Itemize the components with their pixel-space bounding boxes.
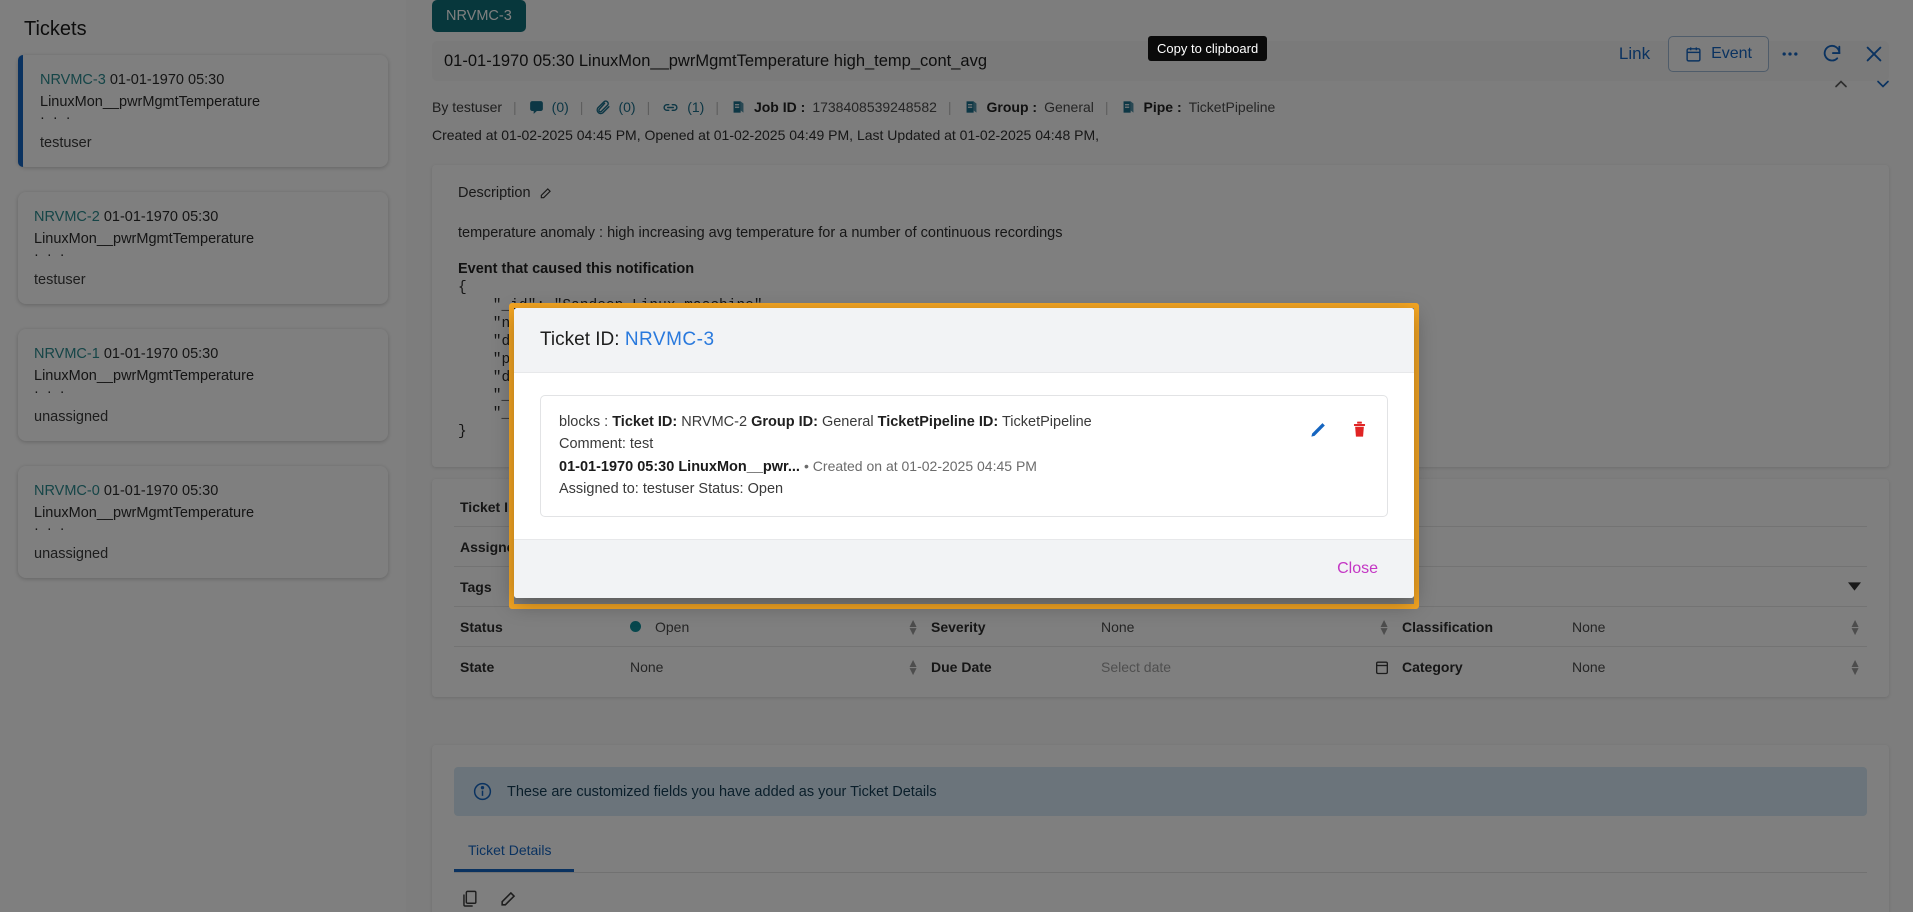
linked-ticket-comment: Comment: test bbox=[559, 436, 654, 452]
relation-label: blocks : bbox=[559, 414, 609, 430]
linked-ticket-assignee-status: Assigned to: testuser Status: Open bbox=[559, 481, 784, 497]
edit-link-button[interactable] bbox=[1309, 420, 1328, 444]
linked-ticket-summary-line: 01-01-1970 05:30 LinuxMon__pwr... • Crea… bbox=[559, 455, 1369, 478]
pipeline-id-value: TicketPipeline bbox=[1001, 414, 1092, 430]
linked-ticket-ids-line: blocks : Ticket ID: NRVMC-2 Group ID: Ge… bbox=[559, 411, 1369, 433]
modal-title-id: NRVMC-3 bbox=[624, 329, 715, 350]
modal-footer: Close bbox=[514, 539, 1414, 598]
linked-ticket-actions bbox=[1309, 420, 1369, 444]
copy-tooltip: Copy to clipboard bbox=[1148, 36, 1268, 61]
trash-icon bbox=[1353, 421, 1366, 437]
linked-ticket-created: • Created on at 01-02-2025 04:45 PM bbox=[804, 458, 1037, 474]
modal-body: blocks : Ticket ID: NRVMC-2 Group ID: Ge… bbox=[514, 373, 1414, 539]
modal-header: Ticket ID: NRVMC-3 bbox=[514, 308, 1414, 373]
delete-link-button[interactable] bbox=[1350, 420, 1369, 444]
close-button[interactable]: Close bbox=[1327, 556, 1388, 582]
group-id-label: Group ID: bbox=[751, 414, 818, 430]
group-id-value: General bbox=[821, 414, 874, 430]
linked-tickets-modal: Ticket ID: NRVMC-3 blocks : Ticket ID: N… bbox=[514, 308, 1414, 598]
pipeline-id-label: TicketPipeline ID: bbox=[877, 414, 999, 430]
edit-icon bbox=[1311, 423, 1325, 437]
linked-ticket-item: blocks : Ticket ID: NRVMC-2 Group ID: Ge… bbox=[540, 395, 1388, 517]
modal-title-label: Ticket ID: bbox=[540, 329, 620, 350]
ticket-id-value: NRVMC-2 bbox=[681, 414, 748, 430]
ticket-id-label: Ticket ID: bbox=[612, 414, 678, 430]
linked-ticket-summary: 01-01-1970 05:30 LinuxMon__pwr... bbox=[559, 459, 800, 475]
